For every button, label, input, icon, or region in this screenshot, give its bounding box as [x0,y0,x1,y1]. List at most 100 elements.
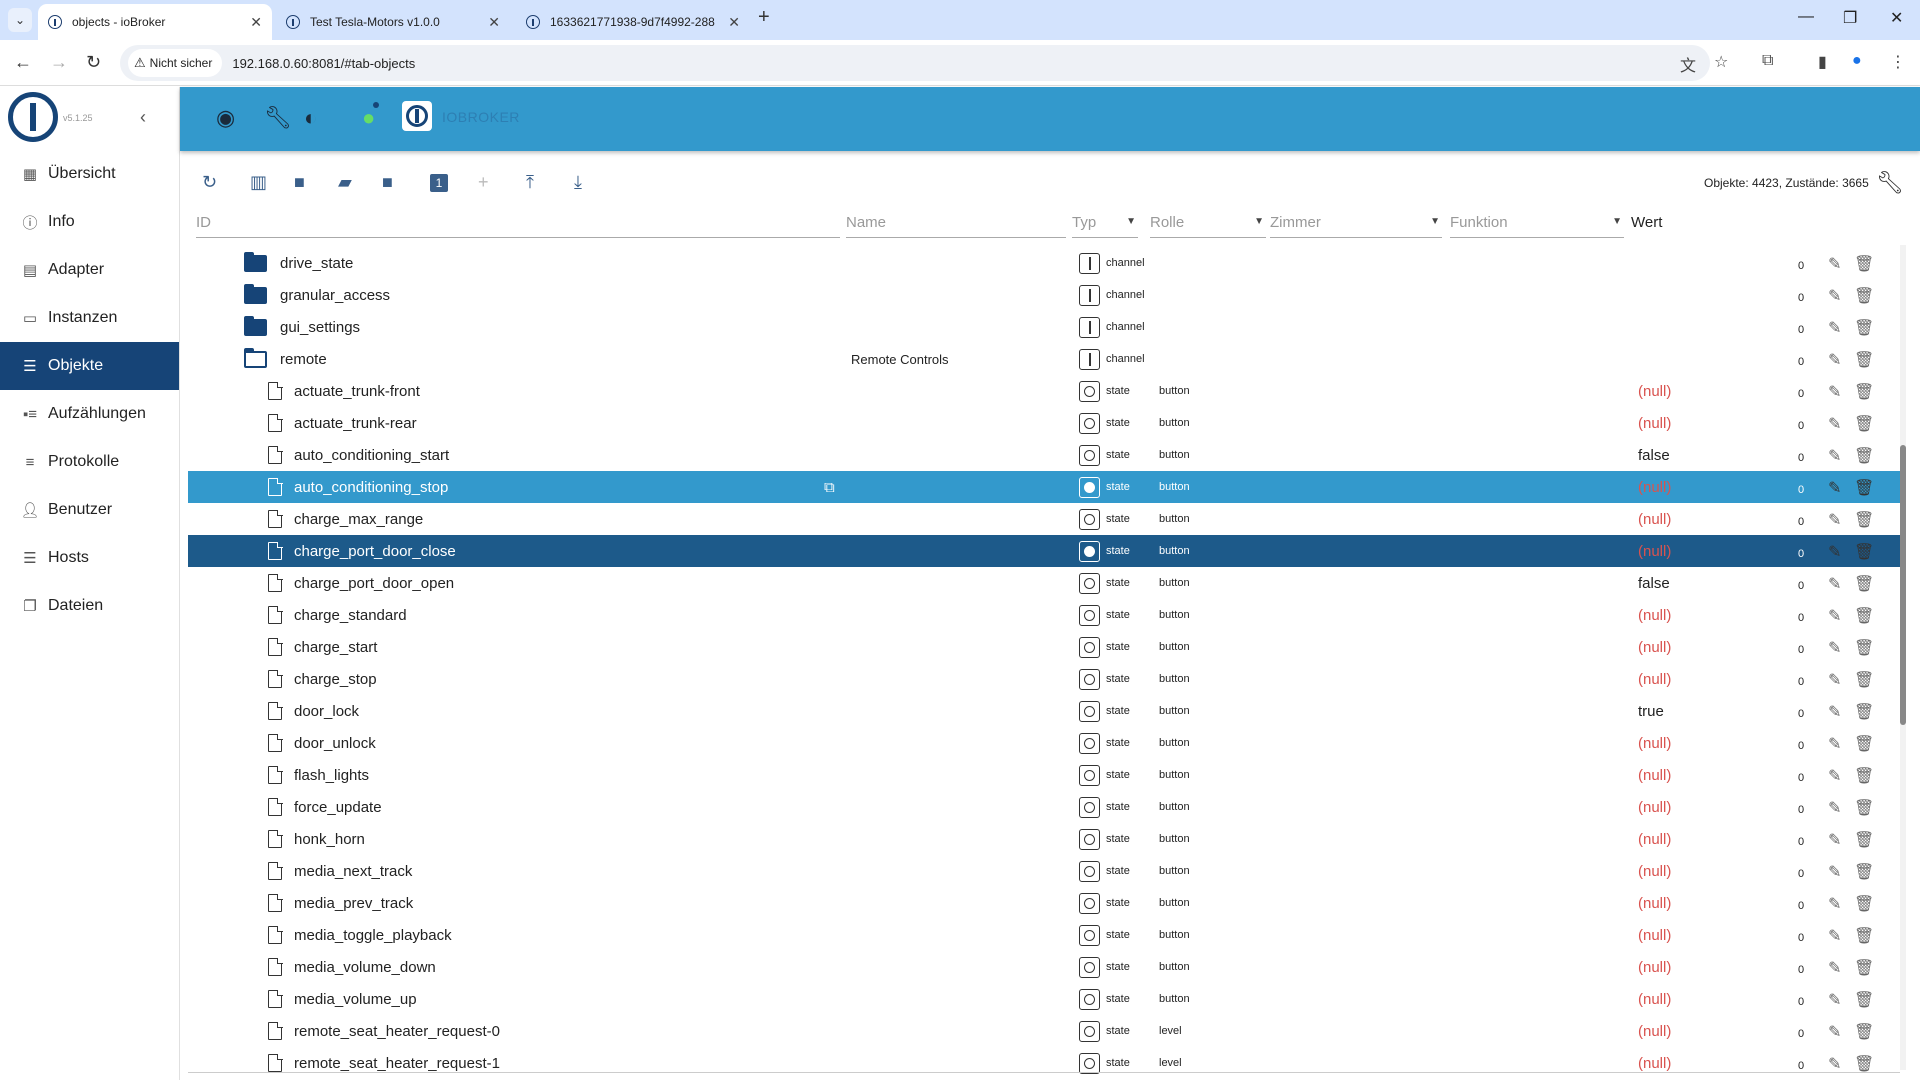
edit-icon[interactable]: ✎ [1828,568,1841,600]
browser-tab-objects[interactable]: objects - ioBroker ✕ [38,4,272,40]
extensions-icon[interactable]: ⧉ [1762,52,1773,70]
table-row[interactable]: media_next_track state button (null) 0 ✎ 🗑︎ [188,855,1900,887]
edit-icon[interactable]: ✎ [1828,472,1841,504]
object-value[interactable]: (null) [1638,375,1671,407]
tab-search-button[interactable]: ⌄ [8,8,32,32]
reload-icon[interactable]: ↻ [86,52,101,73]
trash-icon[interactable]: 🗑︎ [1854,248,1874,280]
object-id[interactable]: gui_settings [280,311,360,343]
trash-icon[interactable]: 🗑︎ [1854,280,1874,312]
object-id[interactable]: media_volume_down [294,951,436,983]
sidebar-item-enums[interactable]: ▪≡ Aufzählungen [0,390,179,438]
trash-icon[interactable]: 🗑︎ [1854,760,1874,792]
profile-icon[interactable]: ● [1852,52,1862,70]
trash-icon[interactable]: 🗑︎ [1854,312,1874,344]
folder-icon[interactable]: ■ [294,172,305,193]
edit-icon[interactable]: ✎ [1828,920,1841,952]
object-value[interactable]: (null) [1638,823,1671,855]
edit-icon[interactable]: ✎ [1828,1016,1841,1048]
edit-icon[interactable]: ✎ [1828,856,1841,888]
scrollbar-thumb[interactable] [1900,445,1906,725]
table-row[interactable]: media_volume_up state button (null) 0 ✎ 🗑︎ [188,983,1900,1015]
trash-icon[interactable]: 🗑︎ [1854,824,1874,856]
copy-icon[interactable]: ⧉ [824,471,835,503]
edit-icon[interactable]: ✎ [1828,440,1841,472]
edit-icon[interactable]: ✎ [1828,504,1841,536]
table-row[interactable]: force_update state button (null) 0 ✎ 🗑︎ [188,791,1900,823]
trash-icon[interactable]: 🗑︎ [1854,984,1874,1016]
trash-icon[interactable]: 🗑︎ [1854,568,1874,600]
object-value[interactable]: false [1638,567,1670,599]
depth-one-icon[interactable]: 1 [430,174,448,192]
object-value[interactable]: (null) [1638,919,1671,951]
folder-collapse-icon[interactable]: ■ [382,172,393,193]
table-row[interactable]: flash_lights state button (null) 0 ✎ 🗑︎ [188,759,1900,791]
object-id[interactable]: media_toggle_playback [294,919,452,951]
object-value[interactable]: (null) [1638,471,1671,503]
chevron-left-icon[interactable]: ‹ [140,107,146,128]
table-row[interactable]: granular_access channel 0 ✎ 🗑︎ [188,279,1900,311]
trash-icon[interactable]: 🗑︎ [1854,440,1874,472]
url-text[interactable]: 192.168.0.60:8081/#tab-objects [232,56,415,71]
object-id[interactable]: auto_conditioning_start [294,439,449,471]
object-id[interactable]: media_volume_up [294,983,417,1015]
object-id[interactable]: granular_access [280,279,390,311]
trash-icon[interactable]: 🗑︎ [1854,792,1874,824]
columns-icon[interactable]: ▥ [250,172,267,193]
object-value[interactable]: (null) [1638,727,1671,759]
object-value[interactable]: (null) [1638,887,1671,919]
object-value[interactable]: (null) [1638,535,1671,567]
security-chip[interactable]: ⚠ Nicht sicher [128,49,223,77]
side-panel-icon[interactable]: ▮ [1818,52,1827,72]
table-row[interactable]: media_prev_track state button (null) 0 ✎ 🗑︎ [188,887,1900,919]
table-row[interactable]: drive_state channel 0 ✎ 🗑︎ [188,247,1900,279]
object-id[interactable]: honk_horn [294,823,365,855]
edit-icon[interactable]: ✎ [1828,728,1841,760]
object-id[interactable]: drive_state [280,247,353,279]
add-icon[interactable]: + [478,172,489,193]
table-row[interactable]: remote_seat_heater_request-1 state level (n… [188,1047,1900,1079]
trash-icon[interactable]: 🗑︎ [1854,344,1874,376]
close-icon[interactable]: ✕ [250,14,262,31]
trash-icon[interactable]: 🗑︎ [1854,696,1874,728]
upload-icon[interactable]: ⤒ [526,172,534,193]
sidebar-item-logs[interactable]: ≡ Protokolle [0,438,179,486]
object-id[interactable]: flash_lights [294,759,369,791]
edit-icon[interactable]: ✎ [1828,888,1841,920]
object-value[interactable]: (null) [1638,759,1671,791]
sidebar-item-objects[interactable]: ☰ Objekte [0,342,179,390]
table-row[interactable]: charge_start state button (null) 0 ✎ 🗑︎ [188,631,1900,663]
expert-mode-icon[interactable]: ● [362,102,380,131]
refresh-icon[interactable]: ↻ [202,172,217,193]
table-row[interactable]: charge_standard state button (null) 0 ✎ 🗑︎ [188,599,1900,631]
object-id[interactable]: charge_start [294,631,377,663]
translate-icon[interactable]: 文 [1680,52,1696,76]
object-value[interactable]: (null) [1638,1047,1671,1079]
back-icon[interactable]: ← [14,52,32,73]
object-value[interactable]: true [1638,695,1664,727]
type-filter-select[interactable]: Typ ▼ [1072,210,1138,238]
sidebar-item-info[interactable]: ⓘ Info [0,198,179,246]
object-id[interactable]: auto_conditioning_stop [294,471,448,503]
browser-tab-image[interactable]: 1633621771938-9d7f4992-288 ✕ [516,4,750,40]
trash-icon[interactable]: 🗑︎ [1854,632,1874,664]
edit-icon[interactable]: ✎ [1828,792,1841,824]
trash-icon[interactable]: 🗑︎ [1854,408,1874,440]
edit-icon[interactable]: ✎ [1828,824,1841,856]
eye-icon[interactable]: ◉ [216,105,235,131]
object-value[interactable]: (null) [1638,951,1671,983]
sidebar-item-files[interactable]: ❐ Dateien [0,582,179,630]
folder-icon[interactable] [244,284,267,304]
trash-icon[interactable]: 🗑︎ [1854,888,1874,920]
object-id[interactable]: force_update [294,791,382,823]
edit-icon[interactable]: ✎ [1828,632,1841,664]
new-tab-icon[interactable]: + [758,6,770,29]
table-row[interactable]: auto_conditioning_start state button false 0… [188,439,1900,471]
trash-icon[interactable]: 🗑︎ [1854,728,1874,760]
forward-icon[interactable]: → [50,52,68,73]
trash-icon[interactable]: 🗑︎ [1854,856,1874,888]
object-id[interactable]: media_prev_track [294,887,413,919]
edit-icon[interactable]: ✎ [1828,536,1841,568]
menu-dots-icon[interactable]: ⋮ [1890,52,1906,72]
table-row[interactable]: actuate_trunk-rear state button (null) 0 ✎ 🗑︎ [188,407,1900,439]
